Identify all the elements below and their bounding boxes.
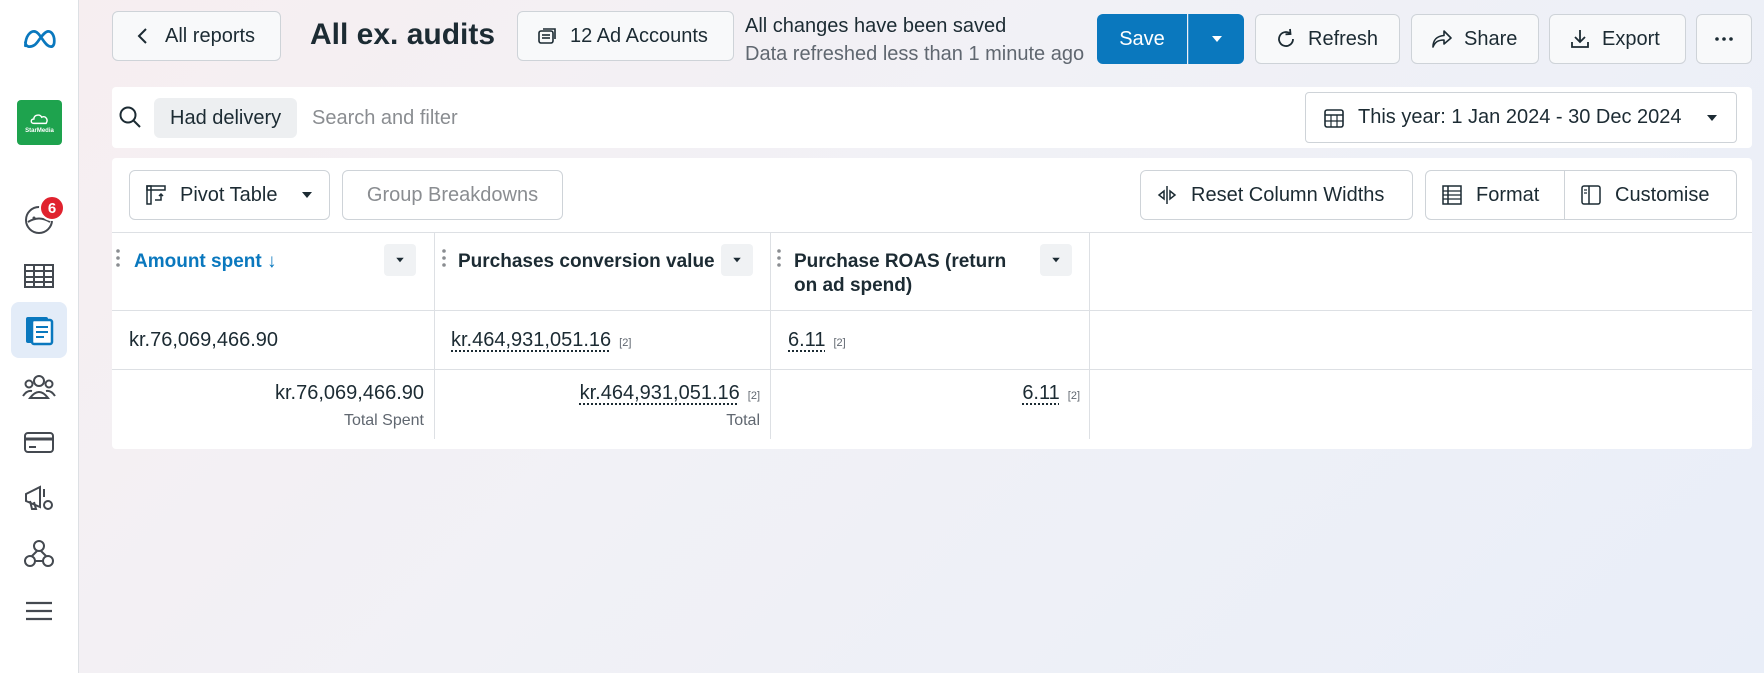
roas-text[interactable]: 6.11 [788,329,825,351]
notifications-icon[interactable]: 6 [11,192,67,248]
search-icon[interactable] [117,104,143,130]
download-icon [1571,30,1589,48]
share-icon [1432,30,1452,48]
saved-status-text: All changes have been saved [745,15,1007,37]
footnote: [2] [1067,390,1080,402]
all-reports-label: All reports [165,24,256,47]
column-header-purchase-roas[interactable]: Purchase ROAS (return on ad spend) [794,250,1024,298]
column-header-amount-spent[interactable]: Amount spent ↓ [134,250,277,274]
share-button[interactable]: Share [1411,14,1539,64]
notification-badge: 6 [39,195,65,221]
roas-header-line1: Purchase ROAS (return [794,251,1007,272]
column-header-purchases-conversion-value[interactable]: Purchases conversion value [458,250,715,274]
menu-icon[interactable] [11,583,67,639]
caret-down-icon [1052,257,1060,263]
export-button[interactable]: Export [1549,14,1686,64]
audiences-icon[interactable] [11,359,67,415]
customise-label: Customise [1615,183,1710,206]
footnote: [2] [747,390,760,402]
refresh-status-text: Data refreshed less than 1 minute ago [745,43,1085,65]
drag-handle-icon[interactable] [115,248,121,272]
ad-accounts-label: 12 Ad Accounts [570,24,708,47]
page-title: All ex. audits [310,18,496,51]
total-roas: 6.11 [2] [1022,382,1080,405]
sort-descending-icon: ↓ [267,251,277,272]
had-delivery-filter-chip[interactable]: Had delivery [154,98,298,138]
save-status: All changes have been saved Data refresh… [745,12,1084,68]
caret-down-icon [733,257,741,263]
events-manager-icon[interactable] [11,526,67,582]
share-label: Share [1464,27,1518,50]
column-resize-icon [1157,186,1177,204]
column-divider [770,232,771,439]
column-menu-button[interactable] [1040,244,1072,276]
ad-accounts-icon [538,28,556,44]
billing-icon[interactable] [11,414,67,470]
columns-icon [1581,185,1601,205]
group-breakdowns-button[interactable]: Group Breakdowns [342,170,563,220]
pivot-table-icon [146,185,166,205]
campaigns-icon[interactable] [11,470,67,526]
format-label: Format [1476,183,1540,206]
roas-header-line2: on ad spend) [794,275,913,296]
total-spent-label: Total Spent [343,412,424,429]
format-button[interactable]: Format [1425,170,1565,220]
total-conversion-value-text[interactable]: kr.464,931,051.16 [580,382,740,404]
pivot-table-label: Pivot Table [180,183,278,206]
customise-button[interactable]: Customise [1564,170,1737,220]
total-conversion-value: kr.464,931,051.16 [2] [580,382,760,405]
refresh-label: Refresh [1308,27,1379,50]
caret-down-icon [396,257,404,263]
export-label: Export [1602,27,1660,50]
column-menu-button[interactable] [721,244,753,276]
row-divider [112,369,1752,370]
conversion-value-text[interactable]: kr.464,931,051.16 [451,329,611,351]
reset-column-widths-label: Reset Column Widths [1191,183,1385,206]
table-icon[interactable] [11,248,67,304]
left-sidebar: StarMedia 6 [0,0,79,673]
group-breakdowns-label: Group Breakdowns [366,183,539,206]
footnote: [2] [619,337,632,349]
meta-logo-icon[interactable] [11,11,67,67]
ad-accounts-button[interactable]: 12 Ad Accounts [517,11,734,61]
caret-down-icon [1707,114,1717,121]
date-range-picker[interactable]: This year: 1 Jan 2024 - 30 Dec 2024 [1305,92,1737,143]
column-divider [1089,232,1090,439]
drag-handle-icon[interactable] [441,248,447,272]
row-conversion-value: kr.464,931,051.16 [2] [451,329,631,352]
pivot-table-dropdown[interactable]: Pivot Table [129,170,330,220]
row-amount-spent: kr.76,069,466.90 [129,329,279,351]
total-label: Total [726,412,760,429]
column-divider [434,232,435,439]
table-top-divider [112,232,1752,233]
column-menu-button[interactable] [384,244,416,276]
refresh-button[interactable]: Refresh [1255,14,1400,64]
all-reports-button[interactable]: All reports [112,11,281,61]
row-roas: 6.11 [2] [788,329,846,352]
reports-icon[interactable] [11,302,67,358]
save-options-button[interactable] [1188,14,1244,64]
brand-text: StarMedia [25,127,54,134]
more-options-button[interactable] [1696,14,1752,64]
footnote: [2] [833,337,846,349]
header-divider [112,310,1752,311]
search-input[interactable] [312,98,892,138]
date-range-label: This year: 1 Jan 2024 - 30 Dec 2024 [1358,106,1682,128]
more-horizontal-icon [1715,37,1733,41]
caret-down-icon [302,192,312,198]
chevron-left-icon [137,28,147,44]
calendar-icon [1324,108,1344,128]
amount-spent-label: Amount spent [134,251,262,272]
format-icon [1442,185,1462,205]
total-amount-spent: kr.76,069,466.90 [274,382,424,404]
refresh-icon [1278,28,1294,47]
caret-down-icon [1211,36,1222,42]
drag-handle-icon[interactable] [776,248,782,272]
reset-column-widths-button[interactable]: Reset Column Widths [1140,170,1413,220]
total-roas-text[interactable]: 6.11 [1022,382,1059,404]
save-button[interactable]: Save [1097,14,1187,64]
account-avatar[interactable]: StarMedia [17,100,62,145]
